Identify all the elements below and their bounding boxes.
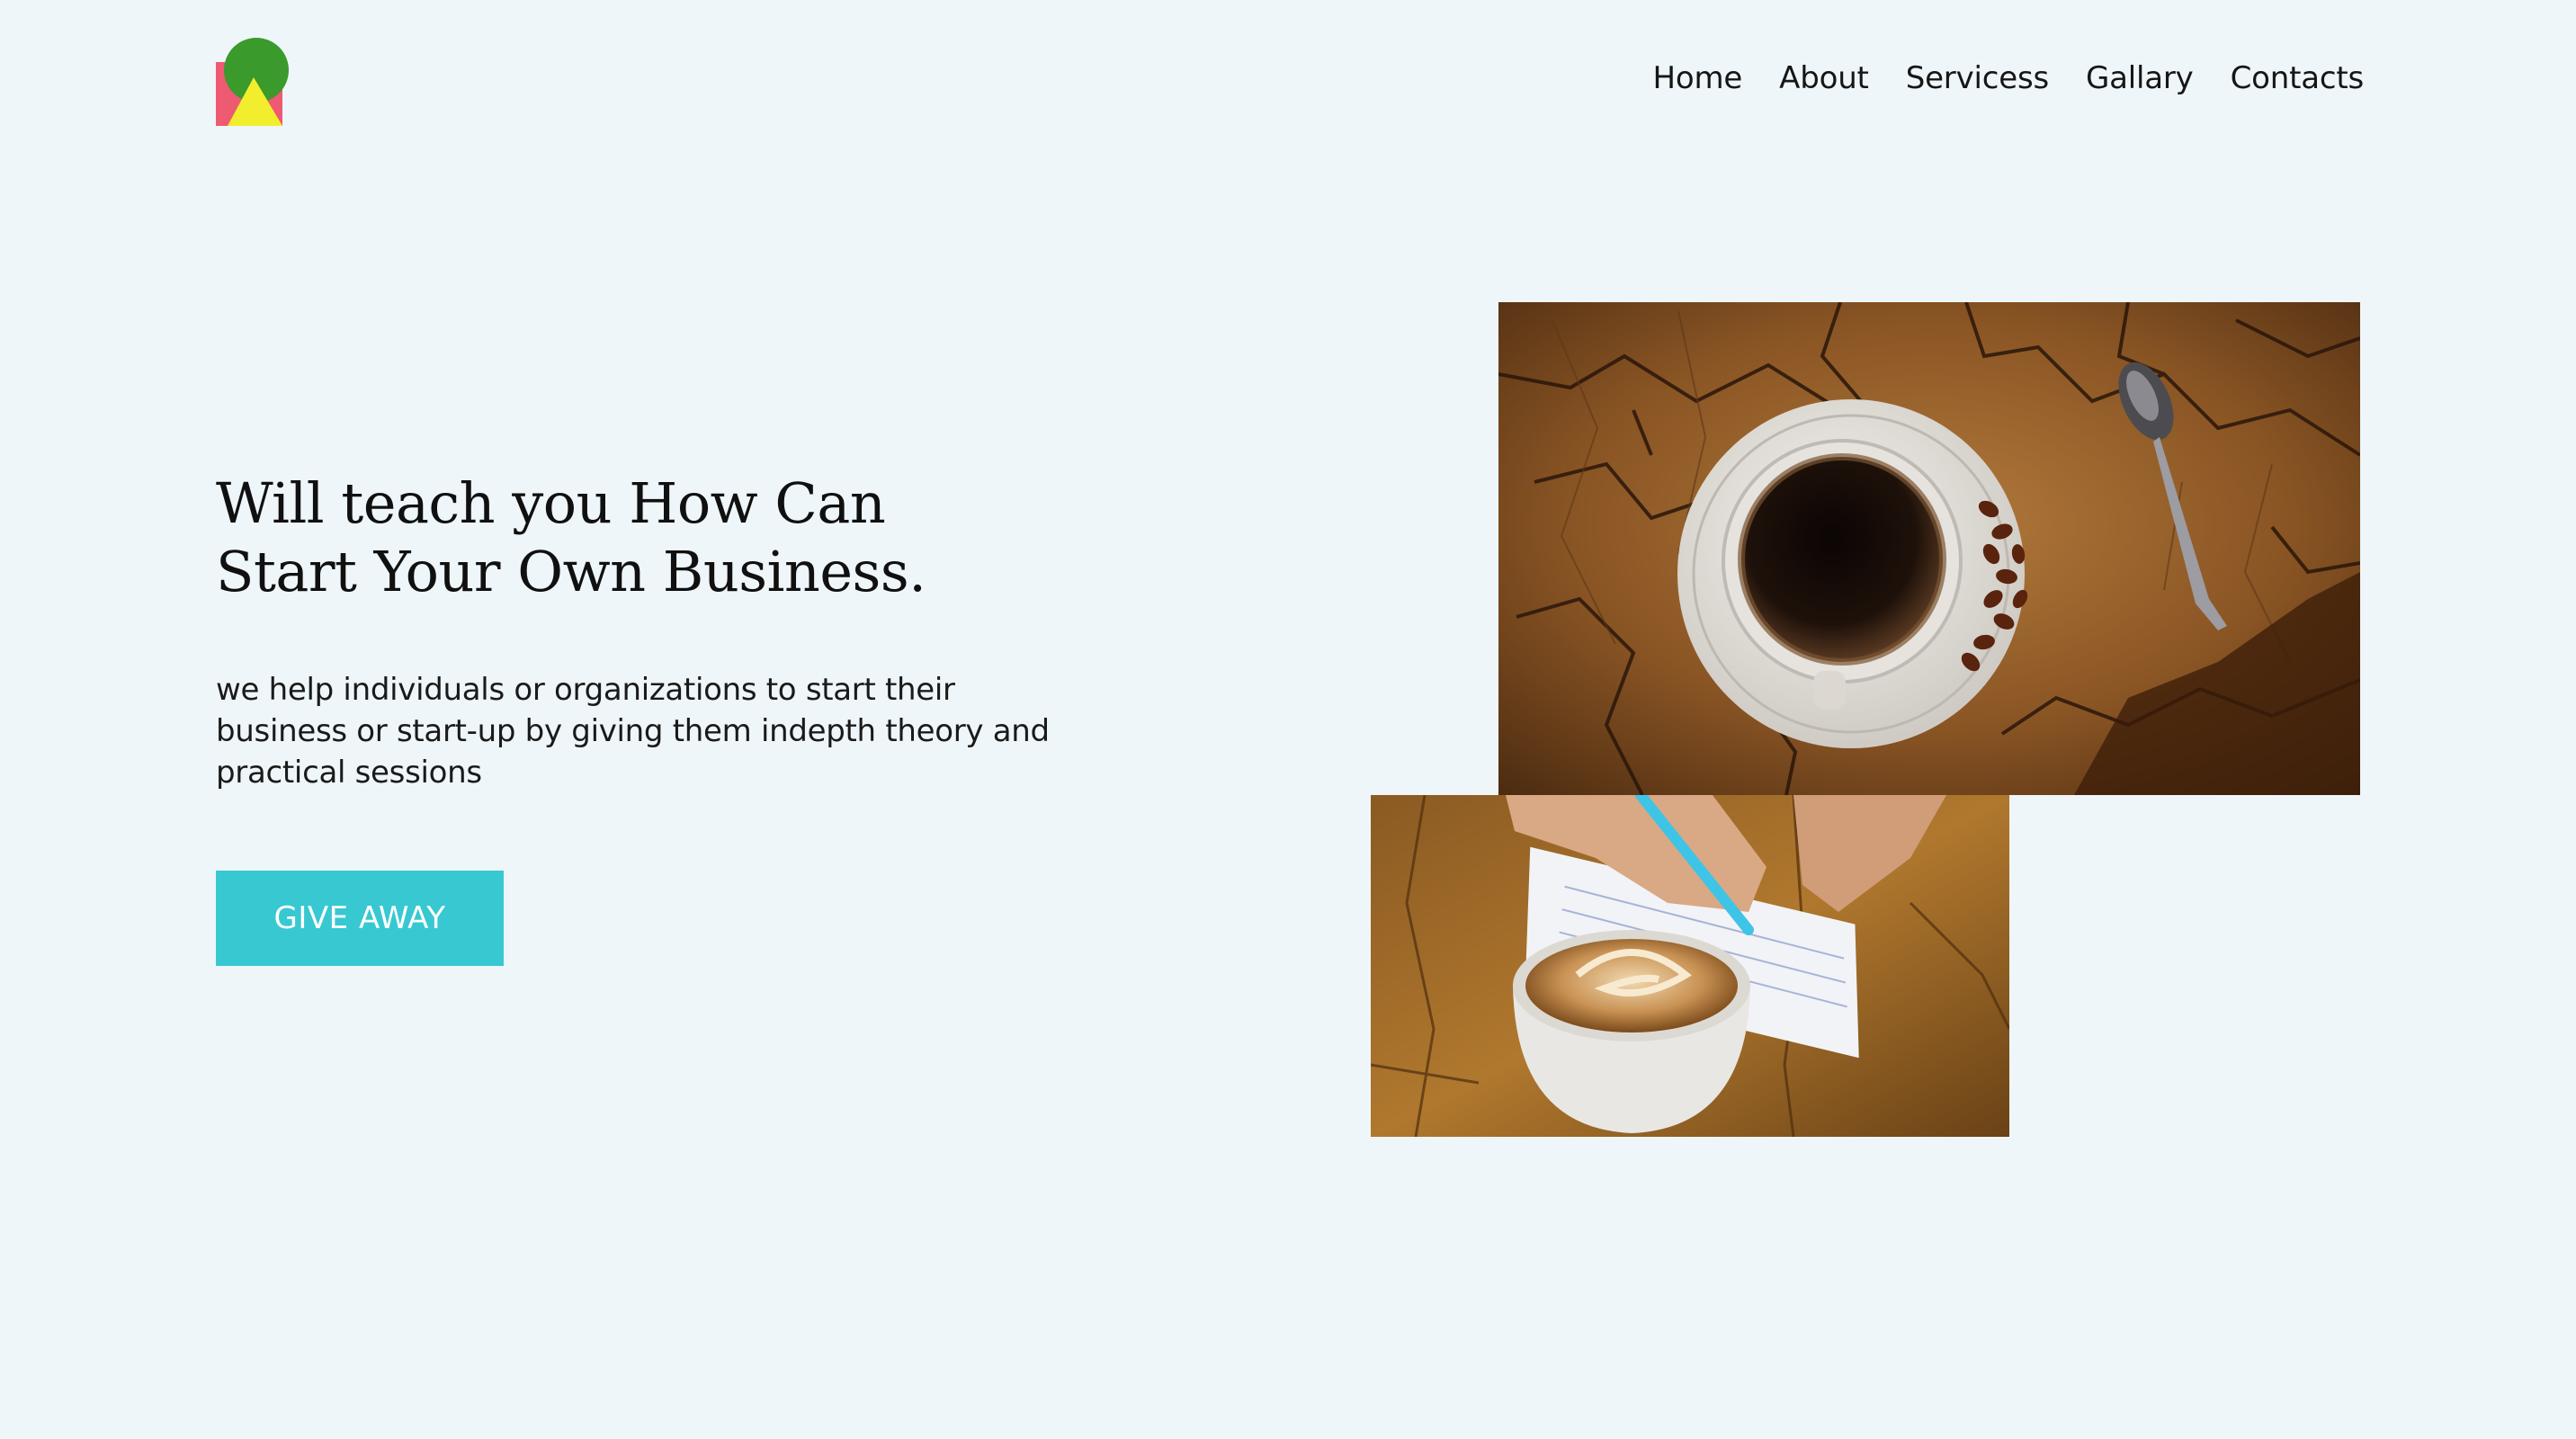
- shapes-logo-icon: [216, 38, 289, 126]
- nav-services[interactable]: Servicess: [1906, 60, 2049, 96]
- coffee-cup-image: [1498, 302, 2360, 795]
- nav-about[interactable]: About: [1779, 60, 1869, 96]
- hero-headline-line-2: Start Your Own Business.: [216, 539, 926, 604]
- coffee-cup-photo: [1498, 302, 2360, 795]
- give-away-button[interactable]: GIVE AWAY: [216, 871, 504, 966]
- latte-notebook-photo: [1371, 795, 2009, 1137]
- nav-contacts[interactable]: Contacts: [2231, 60, 2365, 96]
- latte-notebook-image: [1371, 795, 2009, 1137]
- hero-headline: Will teach you How Can Start Your Own Bu…: [216, 469, 1007, 606]
- hero-subtext: we help individuals or organizations to …: [216, 672, 1050, 791]
- hero-headline-line-1: Will teach you How Can: [216, 470, 886, 536]
- nav-home[interactable]: Home: [1653, 60, 1743, 96]
- logo[interactable]: [216, 36, 291, 126]
- nav-gallery[interactable]: Gallary: [2086, 60, 2194, 96]
- main-nav: Home About Servicess Gallary Contacts: [1653, 54, 2365, 103]
